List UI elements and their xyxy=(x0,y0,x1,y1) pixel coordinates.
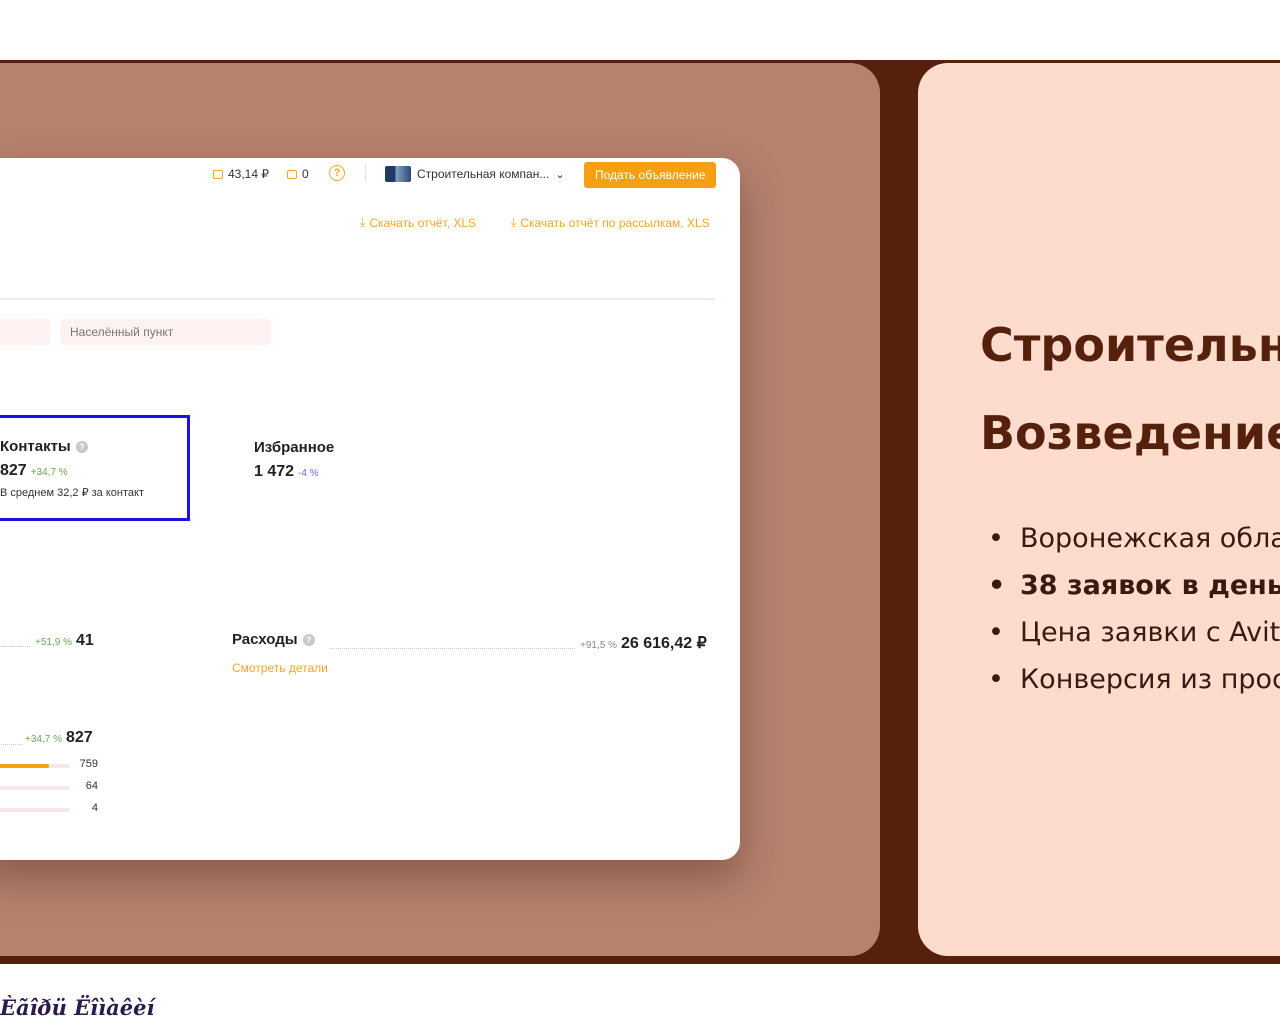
bullet-item: 38 заявок в день xyxy=(988,562,1280,609)
contacts-title-label: Контакты xyxy=(0,438,71,455)
contacts-note: В среднем 32,2 ₽ за контакт xyxy=(0,487,144,499)
slide-bullets: Воронежская обла 38 заявок в день Цена з… xyxy=(988,515,1280,703)
download-report-link[interactable]: ⤓ Скачать отчёт, XLS xyxy=(360,215,476,230)
info-icon[interactable]: ? xyxy=(75,441,88,454)
avito-screenshot: 43,14 ₽ 0 ? Строительная компан... ⌄ Под… xyxy=(0,158,740,860)
summary-row-2: +34,7 % 827 xyxy=(25,729,93,747)
dotted-leader xyxy=(330,647,575,649)
bonus-icon xyxy=(287,169,297,179)
contacts-change: +34,7 % xyxy=(30,467,68,478)
breakdown-value: 4 xyxy=(91,802,98,814)
favorites-value: 1 472 xyxy=(254,463,295,480)
company-name: Строительная компан... xyxy=(417,167,550,181)
chevron-down-icon: ⌄ xyxy=(555,168,565,181)
favorites-value-row: 1 472 -4 % xyxy=(254,463,319,481)
summary-row-2-value: 827 xyxy=(65,729,93,746)
topbar-separator xyxy=(365,164,366,182)
bullet-item: Конверсия из прос xyxy=(988,656,1280,703)
help-icon[interactable]: ? xyxy=(329,165,345,181)
wallet-amount: 43,14 ₽ xyxy=(228,167,269,181)
download-mailing-label: Скачать отчёт по рассылкам, XLS xyxy=(520,215,710,230)
filter-input[interactable] xyxy=(0,319,50,345)
download-icon: ⤓ xyxy=(511,215,517,229)
bullet-item: Воронежская обла xyxy=(988,515,1280,562)
expenses-value-row: +91,5 % 26 616,42 ₽ xyxy=(580,633,707,653)
download-mailing-report-link[interactable]: ⤓ Скачать отчёт по рассылкам, XLS xyxy=(511,215,710,230)
bullet-item: Цена заявки с Avit xyxy=(988,609,1280,656)
info-icon[interactable]: ? xyxy=(302,634,315,647)
right-panel: Строительн Возведение Воронежская обла 3… xyxy=(918,63,1280,956)
company-selector[interactable]: Строительная компан... ⌄ xyxy=(385,166,565,182)
bonus-counter[interactable]: 0 xyxy=(287,167,309,181)
download-icon: ⤓ xyxy=(360,215,366,229)
summary-row-1-change: +51,9 % xyxy=(35,637,72,648)
contacts-title: Контакты? xyxy=(0,438,88,455)
breakdown-bar-track xyxy=(0,786,70,790)
locality-input[interactable]: Населённый пункт xyxy=(60,319,271,345)
expenses-value: 26 616,42 ₽ xyxy=(620,635,707,652)
summary-row-2-change: +34,7 % xyxy=(25,734,62,745)
breakdown-value: 64 xyxy=(85,780,98,792)
contacts-value: 827 xyxy=(0,462,27,479)
breakdown-bar-track xyxy=(0,808,70,812)
footer-caption: Èãîðü Ëîìàêèí xyxy=(0,995,155,1020)
expenses-title-label: Расходы xyxy=(232,631,298,648)
summary-row-1: +51,9 % 41 xyxy=(35,632,94,650)
breakdown-bar-fill xyxy=(0,764,49,768)
summary-row-1-value: 41 xyxy=(75,632,94,649)
favorites-change: -4 % xyxy=(298,468,319,479)
slide-heading-line-1: Строительн xyxy=(980,318,1280,372)
bonus-count: 0 xyxy=(302,167,309,181)
expenses-title: Расходы? xyxy=(232,631,315,648)
breakdown-value: 759 xyxy=(79,758,98,770)
contacts-value-row: 827 +34,7 % xyxy=(0,462,68,480)
download-report-label: Скачать отчёт, XLS xyxy=(369,215,476,230)
favorites-title: Избранное xyxy=(254,439,335,456)
expenses-change: +91,5 % xyxy=(580,640,617,651)
dotted-leader xyxy=(0,645,30,647)
divider xyxy=(0,298,715,300)
dotted-leader xyxy=(0,743,22,745)
post-ad-button[interactable]: Подать объявление xyxy=(584,162,717,188)
expenses-details-link[interactable]: Смотреть детали xyxy=(232,661,328,675)
slide-heading-line-2: Возведение xyxy=(980,406,1280,460)
wallet-balance[interactable]: 43,14 ₽ xyxy=(213,167,269,181)
wallet-icon xyxy=(213,169,223,179)
company-avatar xyxy=(385,166,411,182)
